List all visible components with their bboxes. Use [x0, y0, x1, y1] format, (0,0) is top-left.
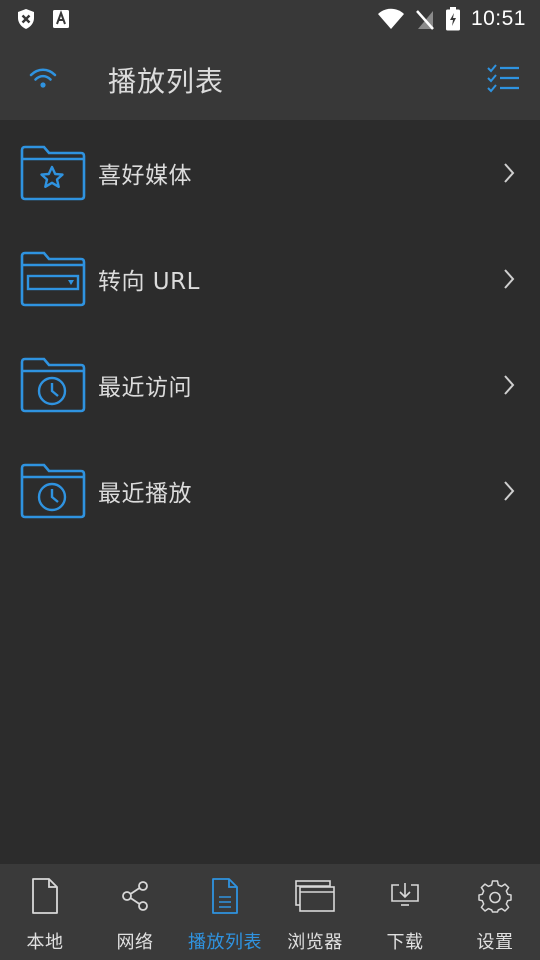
- status-right-icons: 10:51: [377, 7, 526, 31]
- nav-label: 下载: [386, 932, 424, 953]
- list-item-favorites[interactable]: 喜好媒体: [0, 120, 540, 226]
- folder-clock-icon: [20, 357, 86, 413]
- nav-item-playlist[interactable]: 播放列表: [180, 864, 270, 960]
- chevron-right-icon: [504, 375, 515, 395]
- nav-item-browser[interactable]: 浏览器: [270, 864, 360, 960]
- list-item-label: 转向 URL: [98, 269, 200, 295]
- nav-label: 网络: [116, 932, 154, 953]
- status-left-icons: [16, 8, 70, 30]
- playlist-list: 喜好媒体 转向 URL 最近访问 最近播放: [0, 120, 540, 544]
- list-item-recent-played[interactable]: 最近播放: [0, 438, 540, 544]
- file-icon: [32, 878, 58, 914]
- folder-clock-icon: [20, 463, 86, 519]
- browser-windows-icon: [295, 880, 335, 912]
- battery-charging-icon: [445, 7, 460, 31]
- bottom-nav: 本地 网络 播放列表 浏览器 下载 设置: [0, 864, 540, 960]
- folder-url-icon: [20, 251, 86, 307]
- status-bar: 10:51: [0, 0, 540, 38]
- nav-item-network[interactable]: 网络: [90, 864, 180, 960]
- nav-label: 本地: [26, 932, 64, 953]
- download-tray-icon: [391, 883, 419, 906]
- list-item-label: 最近访问: [98, 375, 192, 401]
- page-title: 播放列表: [108, 65, 225, 98]
- gear-icon: [478, 880, 512, 913]
- list-item-recent-visits[interactable]: 最近访问: [0, 332, 540, 438]
- share-icon: [122, 881, 148, 911]
- chevron-right-icon: [504, 481, 515, 501]
- checklist-icon[interactable]: [486, 64, 520, 94]
- nav-item-local[interactable]: 本地: [0, 864, 90, 960]
- chevron-right-icon: [504, 163, 515, 183]
- list-item-label: 喜好媒体: [98, 163, 192, 189]
- wifi-icon[interactable]: [28, 66, 58, 90]
- nav-label: 浏览器: [287, 932, 343, 953]
- list-item-label: 最近播放: [98, 481, 192, 507]
- app-bar: 播放列表: [0, 38, 540, 120]
- document-list-icon: [212, 878, 238, 914]
- wifi-icon: [377, 8, 404, 29]
- chevron-right-icon: [504, 269, 515, 289]
- status-time: 10:51: [470, 7, 526, 30]
- no-signal-icon: [416, 10, 434, 30]
- nav-label: 设置: [476, 932, 514, 953]
- list-item-go-url[interactable]: 转向 URL: [0, 226, 540, 332]
- folder-star-icon: [20, 145, 86, 201]
- shield-x-icon: [18, 9, 34, 29]
- nav-item-settings[interactable]: 设置: [450, 864, 540, 960]
- font-a-icon: [53, 10, 69, 28]
- nav-label: 播放列表: [188, 932, 262, 953]
- nav-item-download[interactable]: 下载: [360, 864, 450, 960]
